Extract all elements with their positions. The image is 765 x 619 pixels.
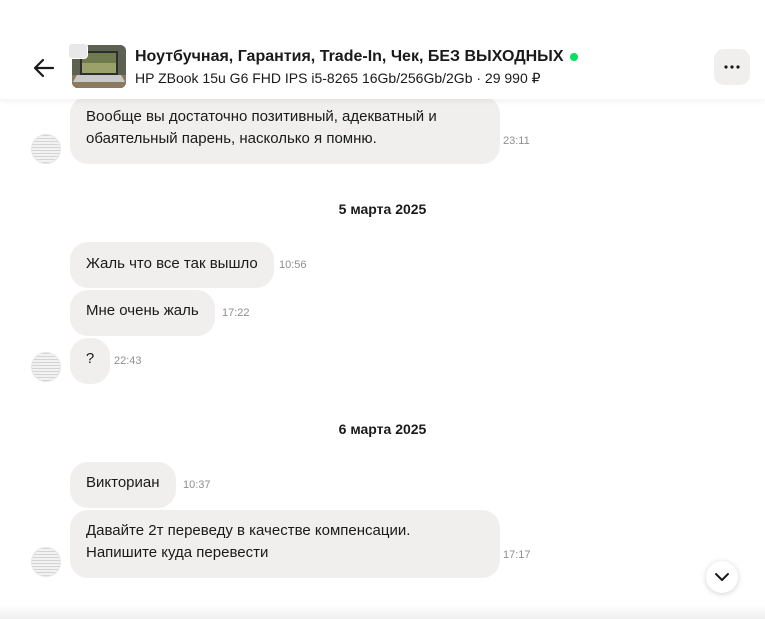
- avatar[interactable]: [31, 134, 61, 164]
- message-bubble[interactable]: Мне очень жаль: [70, 290, 215, 336]
- back-button[interactable]: [28, 52, 60, 84]
- message-bubble[interactable]: Викториан: [70, 462, 176, 508]
- chat-header: Ноутбучная, Гарантия, Trade-In, Чек, БЕЗ…: [0, 0, 765, 99]
- message-text: Давайте 2т переведу в качестве компенсац…: [86, 522, 411, 561]
- message-bubble[interactable]: Жаль что все так вышло: [70, 242, 274, 288]
- message-bubble[interactable]: Давайте 2т переведу в качестве компенсац…: [70, 510, 500, 578]
- avatar[interactable]: [31, 547, 61, 577]
- scroll-to-bottom-button[interactable]: [706, 561, 738, 593]
- more-options-button[interactable]: [714, 49, 750, 85]
- message-time: 23:11: [503, 135, 530, 147]
- ellipsis-icon: [724, 65, 740, 69]
- listing-title[interactable]: Ноутбучная, Гарантия, Trade-In, Чек, БЕЗ…: [135, 48, 578, 66]
- message-text: Вообще вы достаточно позитивный, адекват…: [86, 108, 437, 147]
- message-bubble[interactable]: Вообще вы достаточно позитивный, адекват…: [70, 96, 500, 164]
- avatar[interactable]: [31, 352, 61, 382]
- date-separator: 5 марта 2025: [338, 201, 427, 217]
- chevron-down-icon: [715, 573, 729, 581]
- listing-badge: [68, 43, 88, 59]
- message-text: ?: [85, 350, 95, 367]
- message-time: 22:43: [114, 355, 142, 367]
- composer-edge: [0, 605, 765, 619]
- message-time: 10:56: [279, 259, 307, 271]
- message-text: Викториан: [86, 474, 160, 491]
- message-text: Мне очень жаль: [86, 302, 199, 319]
- message-text: Жаль что все так вышло: [86, 255, 258, 272]
- message-bubble[interactable]: ?: [70, 338, 110, 384]
- arrow-left-icon: [33, 58, 55, 78]
- online-status-dot: [569, 53, 578, 61]
- listing-title-text: Ноутбучная, Гарантия, Trade-In, Чек, БЕЗ…: [135, 48, 564, 65]
- message-time: 17:22: [222, 307, 250, 319]
- date-separator: 6 марта 2025: [338, 421, 427, 437]
- message-time: 10:37: [183, 479, 211, 491]
- listing-subtitle: HP ZBook 15u G6 FHD IPS i5-8265 16Gb/256…: [135, 70, 541, 86]
- message-time: 17:17: [503, 549, 531, 561]
